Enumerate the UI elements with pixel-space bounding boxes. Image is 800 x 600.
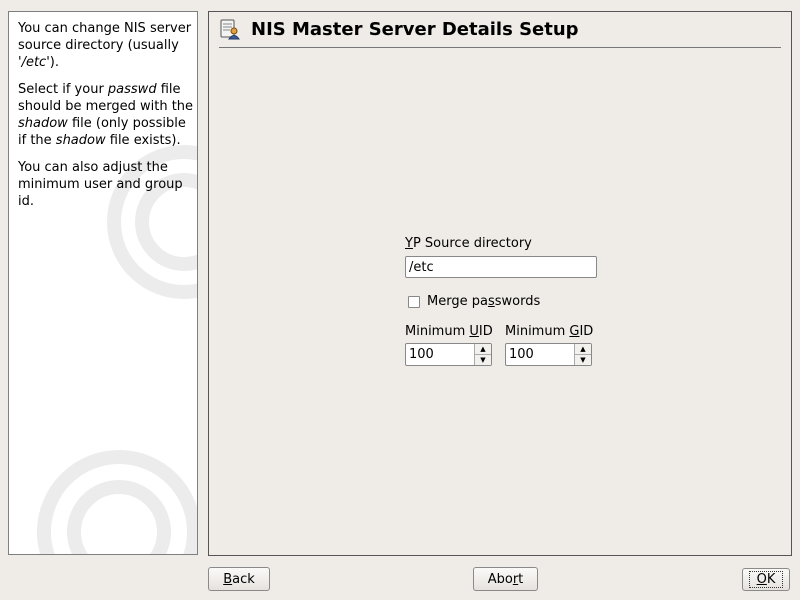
- min-gid-label: Minimum GID: [505, 324, 594, 339]
- title-row: NIS Master Server Details Setup: [219, 17, 579, 41]
- min-gid-group: Minimum GID ▲ ▼: [505, 324, 605, 366]
- min-uid-increment-button[interactable]: ▲: [475, 344, 491, 354]
- settings-form: YP Source directory Merge passwords Mini…: [405, 236, 605, 366]
- min-gid-spinbox[interactable]: ▲ ▼: [505, 343, 592, 366]
- min-uid-spin-buttons: ▲ ▼: [474, 344, 491, 365]
- arrow-down-icon: ▼: [580, 355, 586, 364]
- yp-source-label: YP Source directory: [405, 236, 532, 251]
- main-panel: NIS Master Server Details Setup YP Sourc…: [208, 11, 792, 556]
- nis-server-icon: [220, 19, 240, 40]
- title-divider: [219, 47, 781, 48]
- back-button[interactable]: Back: [208, 567, 270, 591]
- min-gid-increment-button[interactable]: ▲: [575, 344, 591, 354]
- min-uid-group: Minimum UID ▲ ▼: [405, 324, 505, 366]
- help-panel: You can change NIS server source directo…: [8, 11, 198, 555]
- min-gid-input[interactable]: [506, 344, 574, 365]
- help-paragraph-ids: You can also adjust the minimum user and…: [18, 160, 183, 209]
- merge-passwords-checkbox[interactable]: [408, 295, 420, 308]
- min-uid-spinbox[interactable]: ▲ ▼: [405, 343, 492, 366]
- yp-source-directory-input[interactable]: [405, 256, 597, 278]
- merge-passwords-row[interactable]: Merge passwords: [405, 294, 605, 309]
- merge-passwords-label[interactable]: Merge passwords: [427, 294, 540, 309]
- abort-button[interactable]: Abo r t: [473, 567, 538, 591]
- help-paragraph-merge: Select if your passwd file should be mer…: [18, 82, 194, 148]
- ok-button[interactable]: OK: [742, 568, 790, 591]
- min-gid-decrement-button[interactable]: ▼: [575, 354, 591, 365]
- min-gid-spin-buttons: ▲ ▼: [574, 344, 591, 365]
- min-uid-label: Minimum UID: [405, 324, 493, 339]
- min-uid-input[interactable]: [406, 344, 474, 365]
- arrow-up-icon: ▲: [580, 344, 586, 353]
- id-row: Minimum UID ▲ ▼ Minimum GID ▲: [405, 324, 605, 366]
- help-text: You can change NIS server source directo…: [18, 20, 194, 220]
- ok-button-label: OK: [748, 571, 784, 588]
- arrow-down-icon: ▼: [480, 355, 486, 364]
- min-uid-decrement-button[interactable]: ▼: [475, 354, 491, 365]
- arrow-up-icon: ▲: [480, 344, 486, 353]
- page-title: NIS Master Server Details Setup: [251, 18, 579, 40]
- help-paragraph-source: You can change NIS server source directo…: [18, 21, 192, 70]
